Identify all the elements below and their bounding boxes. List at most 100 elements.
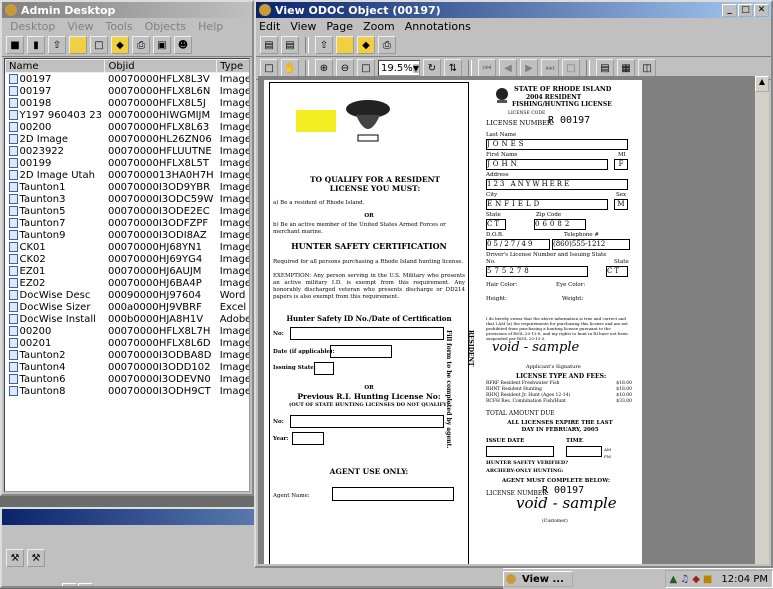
page-icon[interactable]: ▤ bbox=[281, 36, 299, 54]
table-row[interactable]: Taunton8 00070000I3ODH9CT Image bbox=[6, 385, 249, 397]
scroll-up-button[interactable]: ▲ bbox=[755, 76, 769, 92]
row-type: Image bbox=[219, 373, 250, 385]
table-row[interactable]: DocWise Install 000b0000HJA8H1V Adobe bbox=[6, 313, 249, 325]
table-row[interactable]: 2D Image Utah 0007000013HA0H7H Image bbox=[6, 169, 249, 181]
row-type: Image bbox=[219, 85, 250, 97]
maximize-button[interactable]: □ bbox=[738, 3, 753, 17]
print-icon[interactable]: ⎙ bbox=[132, 36, 150, 54]
select-icon[interactable]: □ bbox=[260, 59, 278, 77]
lock-icon[interactable]: ■ bbox=[6, 36, 24, 54]
zoom-out-icon[interactable]: ⊖ bbox=[336, 59, 354, 77]
fit-icon[interactable]: □ bbox=[357, 59, 375, 77]
users-icon[interactable]: ☻ bbox=[174, 36, 192, 54]
close-button[interactable]: ✕ bbox=[754, 3, 769, 17]
table-row[interactable]: Taunton4 00070000I3ODD102 Image bbox=[6, 361, 249, 373]
table-row[interactable]: 00198 00070000HFLX8L5J Image bbox=[6, 97, 249, 109]
table-row[interactable]: Y197 960403 23 00070000HIWGMIJM Image bbox=[6, 109, 249, 121]
table-row[interactable]: 00199 00070000HFLX8L5T Image bbox=[6, 157, 249, 169]
thumbnails-icon[interactable]: ▦ bbox=[617, 59, 635, 77]
table-row[interactable]: 00201 00070000HFLX8L6D Image bbox=[6, 337, 249, 349]
table-row[interactable]: Taunton1 00070000I3OD9YBR Image bbox=[6, 181, 249, 193]
table-row[interactable]: Taunton2 00070000I3ODBA8D Image bbox=[6, 349, 249, 361]
table-row[interactable]: Taunton6 00070000I3ODEVN0 Image bbox=[6, 373, 250, 385]
folder-up-icon[interactable]: ⇧ bbox=[48, 36, 66, 54]
safety-heading: Hunter Safety ID No./Date of Certificati… bbox=[286, 314, 452, 323]
table-row[interactable]: Taunton5 00070000I3ODE2EC Image bbox=[6, 205, 249, 217]
new-doc-icon[interactable]: □ bbox=[90, 36, 108, 54]
table-row[interactable]: 00197 00070000HFLX8L6N Image bbox=[6, 85, 250, 97]
table-row[interactable]: EZ02 00070000HJ6BA4P Image bbox=[6, 277, 249, 289]
tool-icon[interactable]: ⚒ bbox=[6, 549, 24, 567]
menu-view[interactable]: View bbox=[290, 20, 316, 33]
left-panel: TO QUALIFY FOR A RESIDENT LICENSE YOU MU… bbox=[269, 82, 469, 564]
menu-annotations[interactable]: Annotations bbox=[405, 20, 471, 33]
tray-volume-icon[interactable]: ♫ bbox=[680, 574, 689, 585]
table-row[interactable]: Taunton9 00070000I3ODI8AZ Image bbox=[6, 229, 249, 241]
issue-date-boxes bbox=[486, 446, 554, 457]
tag-icon[interactable]: ◆ bbox=[357, 36, 375, 54]
col-type[interactable]: Type bbox=[216, 59, 249, 73]
table-row[interactable]: CK02 00070000HJ69YG4 Image bbox=[6, 253, 249, 265]
tool-icon-2[interactable]: ⚒ bbox=[27, 549, 45, 567]
table-row[interactable]: CK01 00070000HJ68YN1 Image bbox=[6, 241, 249, 253]
table-row[interactable]: Taunton3 00070000I3ODC59W Image bbox=[6, 193, 249, 205]
single-page-icon[interactable]: ▤ bbox=[596, 59, 614, 77]
table-row[interactable]: EZ01 00070000HJ6AUJM Image bbox=[6, 265, 249, 277]
hair-label: Hair Color: bbox=[486, 282, 518, 288]
document-icon bbox=[8, 97, 18, 108]
menu-objects[interactable]: Objects bbox=[145, 20, 187, 33]
folder-up-icon[interactable]: ⇧ bbox=[315, 36, 333, 54]
menu-view[interactable]: View bbox=[67, 20, 93, 33]
document-pane[interactable]: TO QUALIFY FOR A RESIDENT LICENSE YOU MU… bbox=[258, 76, 769, 564]
menu-help[interactable]: Help bbox=[198, 20, 223, 33]
scanner-icon[interactable]: ▤ bbox=[260, 36, 278, 54]
menu-edit[interactable]: Edit bbox=[259, 20, 280, 33]
sex-value: M bbox=[614, 199, 628, 210]
zoom-in-icon[interactable]: ⊕ bbox=[315, 59, 333, 77]
chart-icon[interactable]: ▮ bbox=[27, 36, 45, 54]
table-row[interactable]: 0023922 00070000HFLUUTNE Image bbox=[6, 145, 249, 157]
taskbar-item[interactable]: View ... bbox=[503, 571, 573, 587]
rotate-icon[interactable]: ↻ bbox=[423, 59, 441, 77]
menu-page[interactable]: Page bbox=[326, 20, 353, 33]
tray-app-icon[interactable]: ■ bbox=[703, 574, 712, 585]
table-row[interactable]: 00200 00070000HFLX8L7H Image bbox=[6, 325, 249, 337]
flip-icon[interactable]: ⇅ bbox=[444, 59, 462, 77]
hand-icon[interactable]: ✋ bbox=[281, 59, 299, 77]
tag-icon[interactable]: ◆ bbox=[111, 36, 129, 54]
minimize-button[interactable]: _ bbox=[722, 3, 737, 17]
next-page-icon[interactable]: ▶ bbox=[520, 59, 538, 77]
last-page-icon[interactable]: ⏭ bbox=[541, 59, 559, 77]
menu-desktop[interactable]: Desktop bbox=[10, 20, 55, 33]
table-row[interactable]: 00197 00070000HFLX8L3V Image bbox=[6, 73, 249, 86]
table-row[interactable]: 00200 00070000HFLX8L63 Image bbox=[6, 121, 249, 133]
row-name: Taunton4 bbox=[6, 361, 105, 373]
table-row[interactable]: Taunton7 00070000I3ODFZPF Image bbox=[6, 217, 249, 229]
print-icon[interactable]: ⎙ bbox=[378, 36, 396, 54]
split-view-icon[interactable]: ◫ bbox=[638, 59, 656, 77]
menu-tools[interactable]: Tools bbox=[105, 20, 132, 33]
table-row[interactable]: 2D Image 00070000HL26ZN06 Image bbox=[6, 133, 249, 145]
table-row[interactable]: DocWise Sizer 000a0000HJ9VBRF Excel bbox=[6, 301, 250, 313]
zoom-select[interactable]: 19.5% ▼ bbox=[378, 60, 420, 76]
first-page-icon[interactable]: ⏮ bbox=[478, 59, 496, 77]
viewer-title-bar[interactable]: View ODOC Object (00197) _ □ ✕ bbox=[256, 2, 771, 18]
tray-network-icon[interactable]: ▲ bbox=[670, 574, 678, 585]
folder-icon[interactable] bbox=[69, 36, 87, 54]
folder-icon[interactable] bbox=[336, 36, 354, 54]
goto-page-icon[interactable]: □ bbox=[562, 59, 580, 77]
table-row[interactable]: DocWise Desc 00090000HJ97604 Word bbox=[6, 289, 250, 301]
dob-label: D.O.B. bbox=[486, 232, 504, 238]
child-minimize-button[interactable]: _ bbox=[62, 583, 77, 586]
child-close-button[interactable]: ✕ bbox=[78, 583, 93, 586]
disk-icon[interactable]: ▣ bbox=[153, 36, 171, 54]
prev-page-icon[interactable]: ◀ bbox=[499, 59, 517, 77]
menu-zoom[interactable]: Zoom bbox=[363, 20, 395, 33]
vertical-scrollbar[interactable]: ▲ bbox=[754, 76, 769, 564]
admin-title-bar[interactable]: Admin Desktop bbox=[2, 2, 252, 18]
col-objid[interactable]: Objid bbox=[104, 59, 218, 73]
col-name[interactable]: Name bbox=[5, 59, 106, 73]
separator bbox=[586, 60, 590, 76]
tray-shield-icon[interactable]: ◆ bbox=[692, 574, 700, 585]
clock[interactable]: 12:04 PM bbox=[721, 574, 768, 585]
